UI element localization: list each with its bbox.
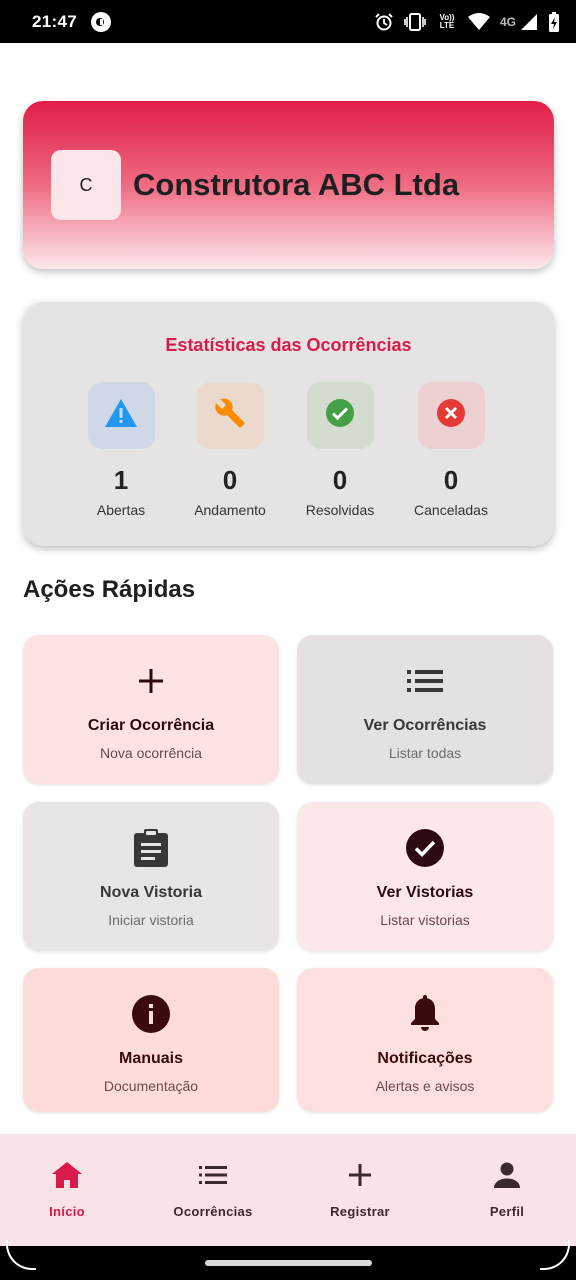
stat-label: Andamento [194,502,266,518]
info-icon [23,995,279,1033]
notifications-button[interactable]: Notificações Alertas e avisos [297,968,553,1112]
volte-indicator: Vo)) LTE [439,12,455,30]
stat-value: 0 [222,465,238,495]
stat-abertas: 1 Abertas [66,382,176,518]
action-subtitle: Alertas e avisos [375,1078,475,1094]
check-circle-icon [297,829,553,867]
action-title: Ver Ocorrências [363,717,487,734]
nav-label: Registrar [330,1204,390,1219]
stat-canceladas: 0 Canceladas [396,382,506,518]
action-title: Criar Ocorrência [87,717,215,734]
stat-value: 0 [443,465,459,495]
action-title: Nova Vistoria [100,884,202,901]
list-icon [148,1158,278,1192]
action-subtitle: Listar vistorias [380,912,470,928]
stat-icon-box [87,382,155,449]
wifi-icon [467,12,490,31]
stat-label: Resolvidas [305,502,375,518]
stats-card: Estatísticas das Ocorrências 1 Abertas 0… [23,302,554,546]
stat-label: Abertas [96,502,146,518]
action-subtitle: Listar todas [388,745,462,761]
nav-item-ocorrencias[interactable]: Ocorrências [148,1158,278,1219]
bell-icon [297,995,553,1033]
network-type: 4G [499,14,516,29]
action-subtitle: Documentação [103,1078,199,1094]
home-icon [2,1158,132,1192]
action-title: Ver Vistorias [376,884,474,901]
signal-icon [520,13,538,31]
system-gesture-bar [0,1240,576,1280]
nav-label: Perfil [489,1204,525,1219]
alarm-icon [374,12,394,32]
new-inspection-button[interactable]: Nova Vistoria Iniciar vistoria [23,802,279,951]
screen-corner [6,1240,36,1270]
action-title: Manuais [118,1050,183,1067]
nav-item-registrar[interactable]: Registrar [295,1158,425,1219]
view-inspections-button[interactable]: Ver Vistorias Listar vistorias [297,802,553,951]
stat-resolvidas: 0 Resolvidas [285,382,395,518]
stat-icon-box [306,382,374,449]
stat-value: 0 [332,465,348,495]
stat-icon-box [196,382,264,449]
list-icon [297,662,553,700]
clipboard-icon [23,829,279,867]
status-time: 21:47 [32,11,77,31]
vibrate-icon [404,12,426,31]
check-circle-icon [325,398,355,433]
company-avatar: C [51,150,121,220]
nav-item-perfil[interactable]: Perfil [442,1158,572,1219]
action-title: Notificações [377,1050,473,1067]
plus-icon [23,662,279,700]
nav-label: Ocorrências [173,1204,253,1219]
screen-corner [540,1240,570,1270]
stats-title: Estatísticas das Ocorrências [165,335,412,355]
stat-icon-box [417,382,485,449]
manuals-button[interactable]: Manuais Documentação [23,968,279,1112]
bottom-navigation: Início Ocorrências Registrar Perfil [0,1134,576,1246]
home-gesture-handle[interactable] [205,1260,372,1266]
create-occurrence-button[interactable]: Criar Ocorrência Nova ocorrência [23,635,279,784]
action-subtitle: Iniciar vistoria [108,912,194,928]
company-header-card: C Construtora ABC Ltda [23,101,554,269]
stat-label: Canceladas [414,502,488,518]
stat-value: 1 [113,465,129,495]
status-bar: 21:47 Vo)) LTE 4G [0,0,576,43]
plus-icon [295,1158,425,1192]
view-occurrences-button[interactable]: Ver Ocorrências Listar todas [297,635,553,784]
action-subtitle: Nova ocorrência [100,745,202,761]
stat-andamento: 0 Andamento [175,382,285,518]
person-icon [442,1158,572,1192]
battery-icon [548,11,560,32]
warning-icon [104,398,138,433]
cancel-icon [436,398,466,433]
quick-actions-title: Ações Rápidas [23,576,196,603]
nav-label: Início [49,1204,85,1219]
app-notification-icon [90,11,111,32]
company-name: Construtora ABC Ltda [133,167,460,202]
wrench-icon [214,397,246,434]
nav-item-inicio[interactable]: Início [2,1158,132,1219]
